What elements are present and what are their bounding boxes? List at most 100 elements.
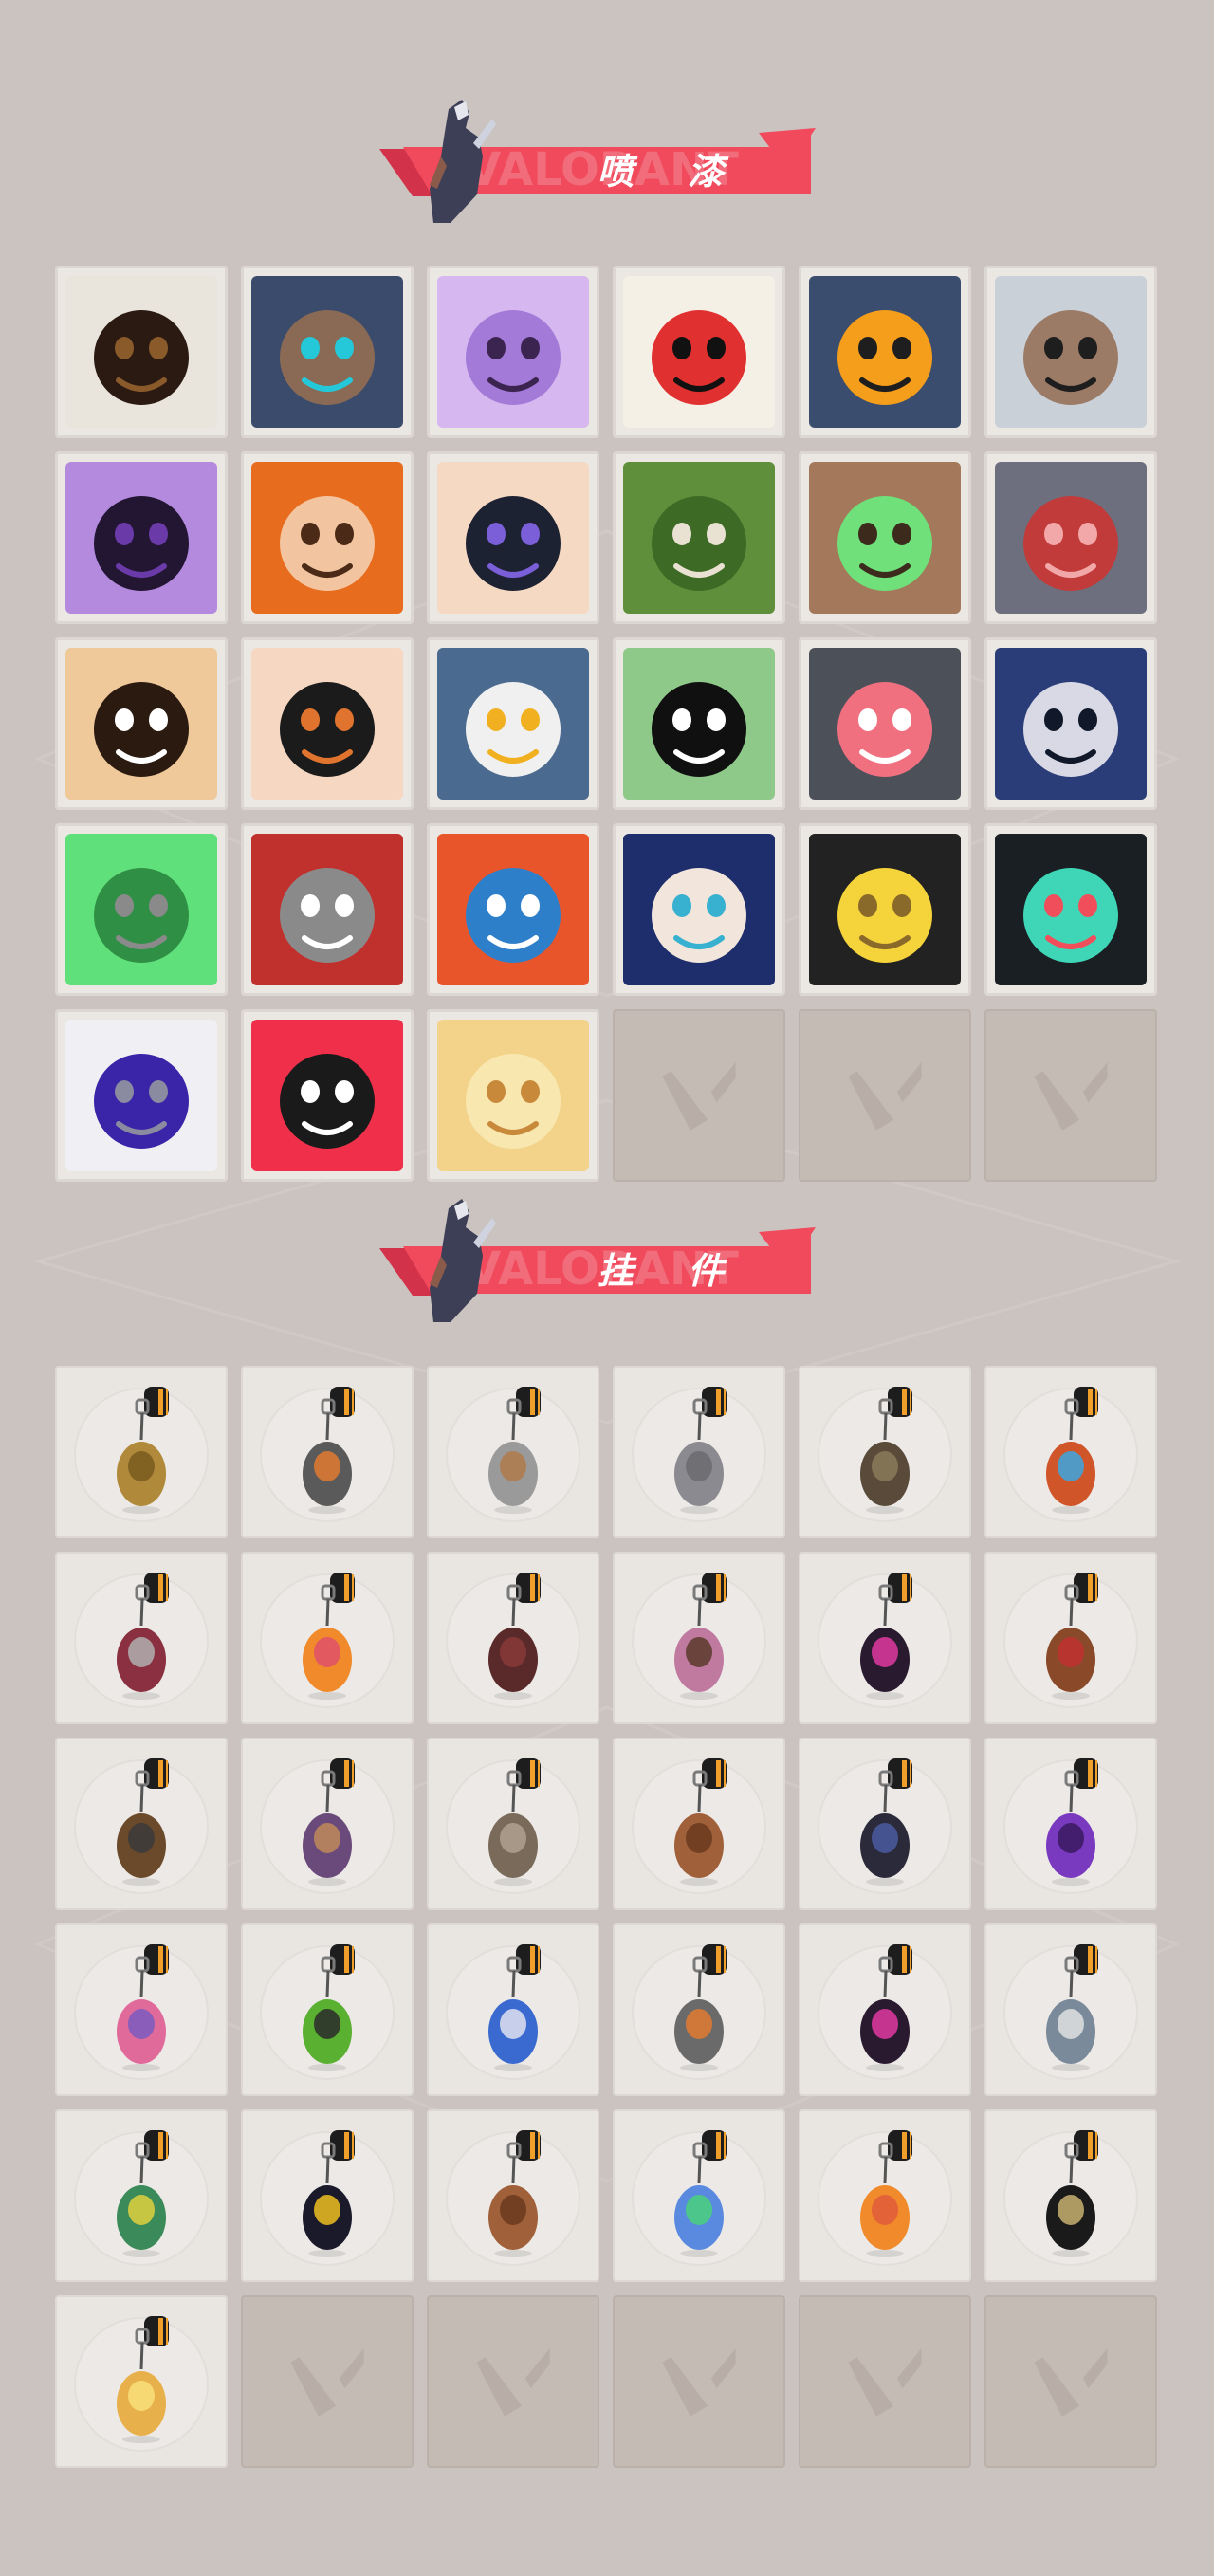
charm-tile[interactable] xyxy=(984,1552,1157,1724)
spray-tile[interactable] xyxy=(427,637,599,810)
charm-ep9-badge-icon xyxy=(818,1944,952,2080)
charm-tile[interactable] xyxy=(55,1738,228,1910)
charm-tile[interactable] xyxy=(241,1552,414,1724)
spray-grey-cat-icon xyxy=(809,648,961,800)
charm-tile[interactable] xyxy=(241,1923,414,2096)
spray-tile[interactable] xyxy=(241,823,414,996)
spray-tile[interactable] xyxy=(241,637,414,810)
spray-tile[interactable] xyxy=(984,266,1157,438)
spray-tile[interactable] xyxy=(55,266,228,438)
empty-slot-v-logo-icon xyxy=(1034,2348,1108,2417)
charm-radio-device-icon xyxy=(632,1944,766,2080)
section-title-charms: 挂 件 xyxy=(597,1249,745,1292)
spray-pixel-agent-icon xyxy=(65,276,217,428)
spray-tile[interactable] xyxy=(984,637,1157,810)
spray-grinning-man-icon xyxy=(251,462,403,614)
empty-slot[interactable] xyxy=(613,2295,785,2468)
charm-tile[interactable] xyxy=(55,1923,228,2096)
empty-slot-v-logo-icon xyxy=(1034,1062,1108,1131)
charm-tile[interactable] xyxy=(613,1923,785,2096)
spray-tile[interactable] xyxy=(613,266,785,438)
charm-tile[interactable] xyxy=(799,1366,971,1538)
spray-tile[interactable] xyxy=(55,1009,228,1182)
empty-slot[interactable] xyxy=(241,2295,414,2468)
charm-tile[interactable] xyxy=(799,1923,971,2096)
charm-tile[interactable] xyxy=(984,1366,1157,1538)
empty-slot[interactable] xyxy=(984,2295,1157,2468)
charm-tile[interactable] xyxy=(427,1552,599,1724)
charm-tile[interactable] xyxy=(241,1366,414,1538)
spray-cool-bear-icon xyxy=(995,276,1147,428)
empty-slot[interactable] xyxy=(799,2295,971,2468)
spray-tile[interactable] xyxy=(427,823,599,996)
charm-dumpster-bear-icon xyxy=(446,1387,580,1522)
charm-tile[interactable] xyxy=(427,1923,599,2096)
charm-tile[interactable] xyxy=(55,1366,228,1538)
charm-tile[interactable] xyxy=(55,2295,228,2468)
spray-tile[interactable] xyxy=(241,1009,414,1182)
spray-tile[interactable] xyxy=(55,451,228,624)
spray-tile[interactable] xyxy=(55,823,228,996)
empty-slot[interactable] xyxy=(799,1009,971,1182)
spray-tile[interactable] xyxy=(799,451,971,624)
spray-tile[interactable] xyxy=(241,451,414,624)
spray-tile[interactable] xyxy=(427,1009,599,1182)
empty-slot[interactable] xyxy=(613,1009,785,1182)
spray-green-slime-icon xyxy=(65,834,217,985)
section-banner-sprays: VALORANT 喷 漆 xyxy=(375,90,820,223)
charm-tile[interactable] xyxy=(427,2109,599,2282)
charm-purple-crystal-icon xyxy=(1003,1758,1138,1894)
charm-tile[interactable] xyxy=(984,1738,1157,1910)
charm-tile[interactable] xyxy=(427,1738,599,1910)
spray-tile[interactable] xyxy=(427,266,599,438)
charm-agent-portrait-icon xyxy=(1003,1944,1138,2080)
charm-tile[interactable] xyxy=(55,2109,228,2282)
spray-clown-face-icon xyxy=(623,276,775,428)
empty-slot-v-logo-icon xyxy=(662,2348,736,2417)
spray-hooded-agent-icon xyxy=(995,648,1147,800)
empty-slot[interactable] xyxy=(984,1009,1157,1182)
spray-grid xyxy=(55,266,1157,1182)
charm-tile[interactable] xyxy=(241,1738,414,1910)
spray-tile[interactable] xyxy=(799,637,971,810)
spray-sword-woman-icon xyxy=(623,834,775,985)
charm-tile[interactable] xyxy=(984,1923,1157,2096)
charm-tile[interactable] xyxy=(613,1738,785,1910)
spray-tiger-icon xyxy=(65,648,217,800)
charm-camera-gadget-icon xyxy=(74,1758,209,1894)
charm-astronaut-icon xyxy=(446,1944,580,2080)
charm-spiked-sword-icon xyxy=(74,1573,209,1708)
charm-drone-robot-icon xyxy=(260,1387,395,1522)
charm-tile[interactable] xyxy=(613,1552,785,1724)
charm-tile[interactable] xyxy=(799,2109,971,2282)
spray-tile[interactable] xyxy=(984,823,1157,996)
spray-frog-hat-icon xyxy=(623,648,775,800)
charm-tile[interactable] xyxy=(799,1552,971,1724)
spray-tile[interactable] xyxy=(799,266,971,438)
charm-tile[interactable] xyxy=(799,1738,971,1910)
charm-tile[interactable] xyxy=(55,1552,228,1724)
charm-pretzel-icon xyxy=(446,2130,580,2266)
charm-tile[interactable] xyxy=(613,1366,785,1538)
spray-purple-ghost-icon xyxy=(437,276,589,428)
empty-slot[interactable] xyxy=(427,2295,599,2468)
charm-tile[interactable] xyxy=(427,1366,599,1538)
spray-tile[interactable] xyxy=(55,637,228,810)
charm-golden-egg-icon xyxy=(74,2316,209,2452)
spray-tile[interactable] xyxy=(427,451,599,624)
spray-tile[interactable] xyxy=(984,451,1157,624)
charm-tile[interactable] xyxy=(241,2109,414,2282)
spray-robot-helmet-icon xyxy=(251,276,403,428)
spray-tile[interactable] xyxy=(241,266,414,438)
charm-energy-canister-icon xyxy=(1003,1387,1138,1522)
charm-lava-lamp-icon xyxy=(74,1944,209,2080)
charm-supply-crate-icon xyxy=(632,1758,766,1894)
charm-tile[interactable] xyxy=(984,2109,1157,2282)
spray-tile[interactable] xyxy=(613,637,785,810)
charm-golden-cat-icon xyxy=(74,1387,209,1522)
spray-tile[interactable] xyxy=(613,823,785,996)
charm-dark-creature-icon xyxy=(818,1758,952,1894)
charm-tile[interactable] xyxy=(613,2109,785,2282)
spray-tile[interactable] xyxy=(799,823,971,996)
spray-tile[interactable] xyxy=(613,451,785,624)
